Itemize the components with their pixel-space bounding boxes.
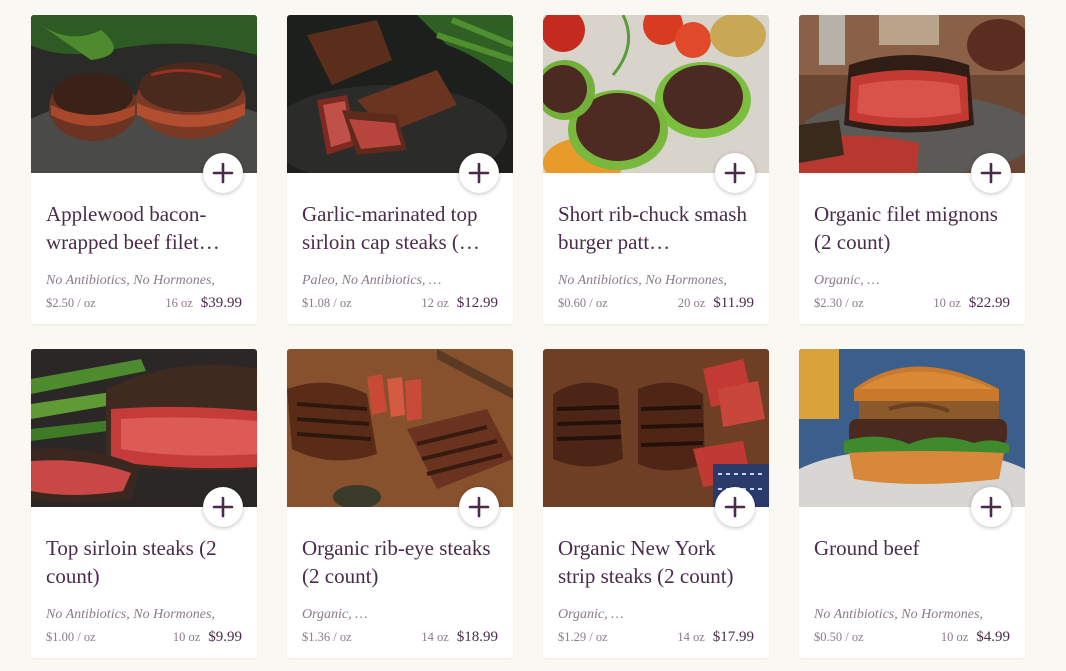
product-weight: 10 oz [933, 296, 961, 310]
price-line: $1.08 / oz 12 oz $12.99 [302, 295, 498, 313]
product-weight: 14 oz [421, 630, 449, 644]
plus-icon [724, 496, 746, 518]
product-price: $22.99 [968, 295, 1010, 311]
add-to-cart-button[interactable] [715, 153, 755, 193]
product-card[interactable]: Organic rib-eye steaks (2 count) Organic… [287, 349, 513, 658]
product-card[interactable]: Top sirloin steaks (2 count) No Antibiot… [31, 349, 257, 658]
product-title[interactable]: Organic rib-eye steaks (2 count) [302, 534, 502, 590]
add-to-cart-button[interactable] [459, 153, 499, 193]
product-tags: No Antibiotics, No Hormones, [46, 273, 215, 288]
price-line: $1.36 / oz 14 oz $18.99 [302, 629, 498, 647]
plus-icon [724, 162, 746, 184]
plus-icon [980, 496, 1002, 518]
product-weight: 20 oz [677, 296, 706, 310]
product-price: $12.99 [456, 295, 498, 311]
unit-price: $0.50 / oz [814, 630, 864, 644]
product-tags: No Antibiotics, No Hormones, [814, 607, 983, 622]
product-price: $4.99 [976, 629, 1010, 645]
product-tags: No Antibiotics, No Hormones, [558, 273, 727, 288]
add-to-cart-button[interactable] [971, 487, 1011, 527]
price-line: $2.30 / oz 10 oz $22.99 [814, 295, 1010, 313]
add-to-cart-button[interactable] [203, 153, 243, 193]
price-line: $1.29 / oz 14 oz $17.99 [558, 629, 754, 647]
product-card[interactable]: Organic filet mignons (2 count) Organic,… [799, 15, 1025, 324]
add-to-cart-button[interactable] [971, 153, 1011, 193]
price-line: $0.60 / oz 20 oz $11.99 [558, 295, 754, 313]
product-tags: Organic, … [558, 607, 624, 622]
product-price: $9.99 [208, 629, 242, 645]
product-image[interactable] [543, 349, 769, 507]
plus-icon [468, 162, 490, 184]
product-weight: 12 oz [421, 296, 449, 310]
product-card[interactable]: Short rib-chuck smash burger patt… No An… [543, 15, 769, 324]
product-title[interactable]: Organic New York strip steaks (2 count) [558, 534, 758, 590]
plus-icon [212, 496, 234, 518]
product-price: $11.99 [713, 295, 754, 311]
product-weight: 14 oz [677, 630, 705, 644]
product-tags: Paleo, No Antibiotics, … [302, 273, 442, 288]
product-price: $17.99 [712, 629, 754, 645]
product-tags: Organic, … [302, 607, 368, 622]
product-image[interactable] [287, 15, 513, 173]
unit-price: $1.00 / oz [46, 630, 96, 644]
product-price: $39.99 [200, 295, 242, 311]
product-title[interactable]: Organic filet mignons (2 count) [814, 200, 1014, 256]
product-weight: 10 oz [172, 630, 201, 644]
product-weight: 16 oz [165, 296, 193, 310]
product-tags: Organic, … [814, 273, 880, 288]
unit-price: $1.08 / oz [302, 296, 352, 310]
product-title[interactable]: Applewood bacon-wrapped beef filet… [46, 200, 246, 256]
product-card[interactable]: Garlic-marinated top sirloin cap steaks … [287, 15, 513, 324]
product-card[interactable]: Organic New York strip steaks (2 count) … [543, 349, 769, 658]
add-to-cart-button[interactable] [203, 487, 243, 527]
unit-price: $1.36 / oz [302, 630, 352, 644]
price-line: $1.00 / oz 10 oz $9.99 [46, 629, 242, 647]
price-line: $2.50 / oz 16 oz $39.99 [46, 295, 242, 313]
unit-price: $0.60 / oz [558, 296, 608, 310]
product-title[interactable]: Garlic-marinated top sirloin cap steaks … [302, 200, 502, 256]
product-image[interactable] [31, 15, 257, 173]
plus-icon [980, 162, 1002, 184]
add-to-cart-button[interactable] [715, 487, 755, 527]
product-title[interactable]: Ground beef [814, 534, 1014, 562]
product-card[interactable]: Ground beef No Antibiotics, No Hormones,… [799, 349, 1025, 658]
product-price: $18.99 [456, 629, 498, 645]
product-image[interactable] [799, 349, 1025, 507]
product-image[interactable] [287, 349, 513, 507]
price-line: $0.50 / oz 10 oz $4.99 [814, 629, 1010, 647]
unit-price: $1.29 / oz [558, 630, 608, 644]
add-to-cart-button[interactable] [459, 487, 499, 527]
product-title[interactable]: Short rib-chuck smash burger patt… [558, 200, 758, 256]
product-image[interactable] [543, 15, 769, 173]
product-title[interactable]: Top sirloin steaks (2 count) [46, 534, 246, 590]
unit-price: $2.50 / oz [46, 296, 96, 310]
product-tags: No Antibiotics, No Hormones, [46, 607, 215, 622]
product-weight: 10 oz [940, 630, 969, 644]
product-image[interactable] [31, 349, 257, 507]
product-grid: Applewood bacon-wrapped beef filet… No A… [31, 15, 1025, 658]
unit-price: $2.30 / oz [814, 296, 864, 310]
product-image[interactable] [799, 15, 1025, 173]
plus-icon [468, 496, 490, 518]
plus-icon [212, 162, 234, 184]
product-card[interactable]: Applewood bacon-wrapped beef filet… No A… [31, 15, 257, 324]
